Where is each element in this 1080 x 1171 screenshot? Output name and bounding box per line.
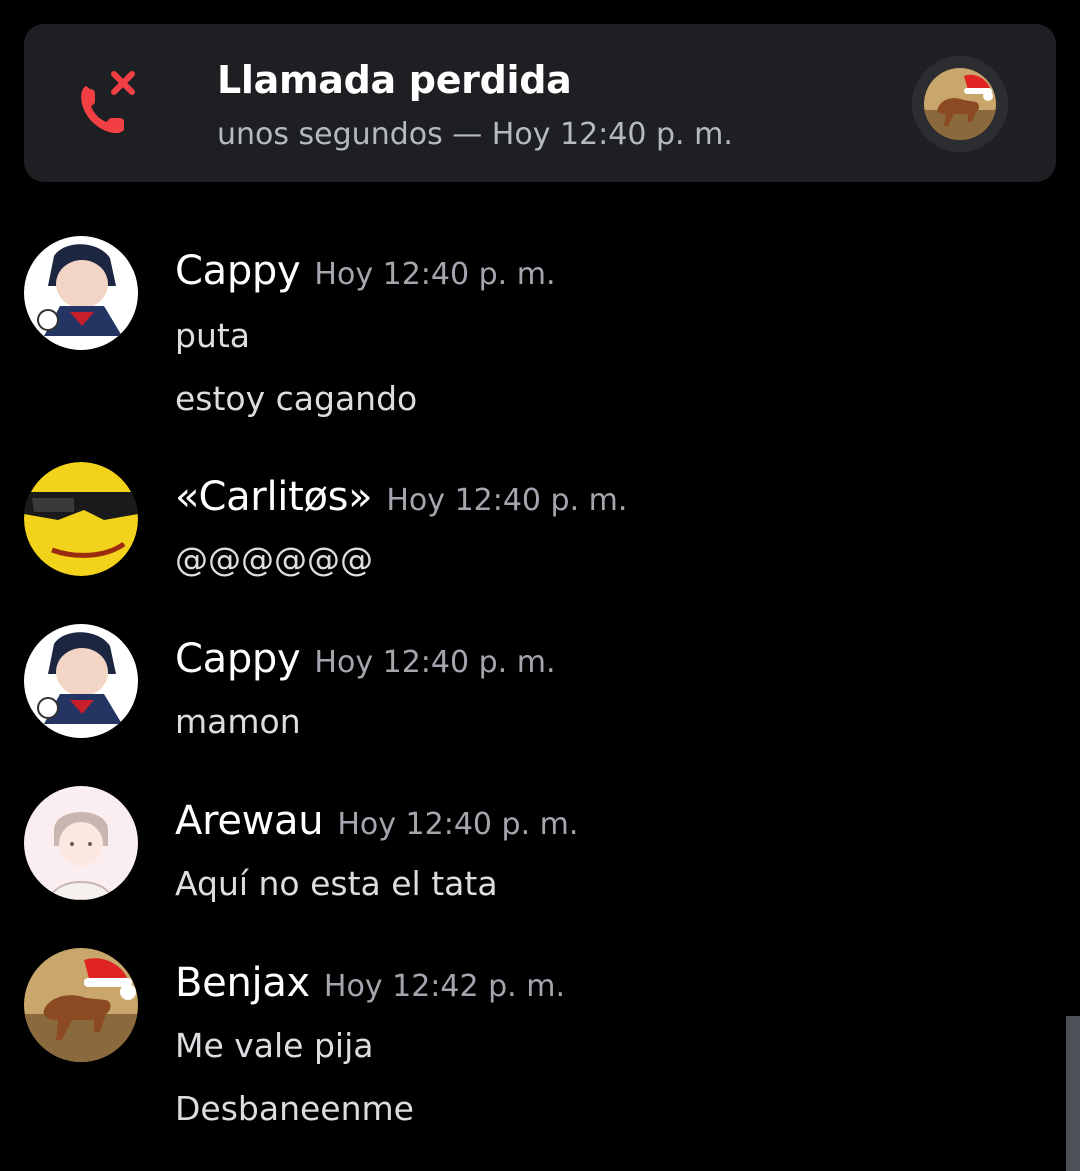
- message-header: Cappy Hoy 12:40 p. m.: [175, 248, 555, 294]
- username[interactable]: Cappy: [175, 248, 301, 294]
- call-subtitle: unos segundos — Hoy 12:40 p. m.: [217, 117, 733, 152]
- horse-santa-hat-avatar: [924, 68, 996, 140]
- caller-avatar[interactable]: [912, 56, 1008, 152]
- username[interactable]: Cappy: [175, 636, 301, 682]
- message-header: Arewau Hoy 12:40 p. m.: [175, 798, 578, 844]
- timestamp: Hoy 12:40 p. m.: [386, 483, 628, 518]
- message-text[interactable]: mamon: [175, 702, 301, 741]
- timestamp: Hoy 12:40 p. m.: [337, 807, 579, 842]
- carlitos-avatar[interactable]: [24, 462, 138, 576]
- message-text[interactable]: @@@@@@: [175, 540, 373, 579]
- message-header: Cappy Hoy 12:40 p. m.: [175, 636, 555, 682]
- username[interactable]: «Carlitøs»: [175, 474, 373, 520]
- benjax-avatar[interactable]: [24, 948, 138, 1062]
- arewau-avatar[interactable]: [24, 786, 138, 900]
- message-header: Benjax Hoy 12:42 p. m.: [175, 960, 565, 1006]
- scrollbar[interactable]: [1066, 1016, 1080, 1171]
- message-text[interactable]: puta: [175, 316, 250, 355]
- timestamp: Hoy 12:42 p. m.: [323, 969, 565, 1004]
- message-text[interactable]: Me vale pija: [175, 1026, 373, 1065]
- chat-screen: Llamada perdida unos segundos — Hoy 12:4…: [0, 0, 1080, 1171]
- username[interactable]: Arewau: [175, 798, 324, 844]
- timestamp: Hoy 12:40 p. m.: [314, 257, 556, 292]
- message-header: «Carlitøs» Hoy 12:40 p. m.: [175, 474, 627, 520]
- cappy-avatar[interactable]: [24, 624, 138, 738]
- message-text[interactable]: Desbaneenme: [175, 1089, 414, 1128]
- username[interactable]: Benjax: [175, 960, 310, 1006]
- message-text[interactable]: estoy cagando: [175, 379, 417, 418]
- missed-call-icon: [74, 64, 150, 140]
- call-title: Llamada perdida: [217, 58, 572, 102]
- message-text[interactable]: Aquí no esta el tata: [175, 864, 498, 903]
- cappy-avatar[interactable]: [24, 236, 138, 350]
- missed-call-card[interactable]: Llamada perdida unos segundos — Hoy 12:4…: [24, 24, 1056, 182]
- timestamp: Hoy 12:40 p. m.: [314, 645, 556, 680]
